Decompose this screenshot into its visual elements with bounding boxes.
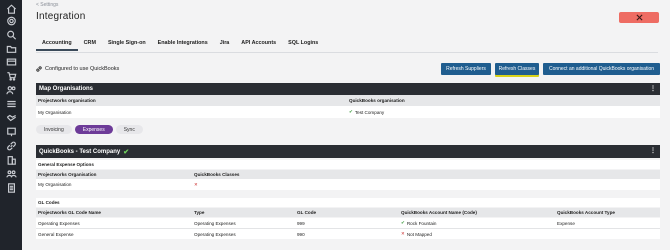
gl-code-name: Operating Expenses: [38, 220, 80, 226]
tab-enable-integrations[interactable]: Enable Integrations: [152, 38, 214, 51]
tab-sql-logins[interactable]: SQL Logins: [282, 38, 324, 51]
tab-accounting[interactable]: Accounting: [36, 38, 78, 51]
main-content: < Settings Integration Accounting CRM Si…: [22, 0, 670, 250]
company-panel-title: QuickBooks - Test Company: [39, 148, 121, 155]
refresh-classes-button[interactable]: Refresh Classes: [495, 63, 539, 75]
subtab-expenses[interactable]: Expenses: [74, 125, 113, 134]
org-name: My Organisation: [38, 182, 72, 187]
link-icon: [36, 66, 42, 72]
tab-api-accounts[interactable]: API Accounts: [235, 38, 282, 51]
qb-account-type: Expense: [557, 220, 575, 226]
map-organisations-header: Map Organisations ⋮: [36, 83, 660, 95]
chart-icon[interactable]: [5, 127, 17, 137]
column-header: Type: [194, 210, 205, 215]
tab-bar: Accounting CRM Single Sign-on Enable Int…: [36, 38, 324, 52]
gl-type: Operating Expenses: [194, 231, 236, 237]
close-icon: ✕: [401, 231, 405, 236]
org-name: My Organisation: [38, 109, 72, 115]
table-row: General Expense Operating Expenses 990 ✕…: [36, 229, 660, 239]
column-header: GL Code: [297, 210, 317, 215]
configured-text: Configured to use QuickBooks: [45, 66, 120, 72]
map-organisations-title: Map Organisations: [39, 86, 94, 92]
expense-options-header: Projectworks Organisation QuickBooks Cla…: [36, 170, 660, 179]
check-icon: ✔: [401, 220, 405, 225]
tab-single-sign-on[interactable]: Single Sign-on: [102, 38, 152, 51]
column-header: QuickBooks Classes: [194, 172, 240, 177]
qb-account[interactable]: ✔ Rock Fountain: [401, 218, 436, 228]
column-header: Projectworks GL Code Name: [38, 210, 101, 215]
card-icon[interactable]: [5, 57, 17, 67]
page-title: Integration: [36, 11, 86, 22]
breadcrumb[interactable]: < Settings: [36, 2, 58, 8]
folder-icon[interactable]: [5, 44, 17, 54]
close-button[interactable]: [619, 12, 659, 23]
panel-menu-icon[interactable]: ⋮: [650, 85, 656, 93]
column-header: Projectworks organisation: [38, 98, 96, 103]
subtab-bar: Invoicing Expenses Sync: [36, 125, 143, 134]
table-row: My Organisation ✕: [36, 179, 660, 190]
link-icon[interactable]: [5, 141, 17, 151]
refresh-suppliers-button[interactable]: Refresh Suppliers: [441, 63, 491, 75]
table-row: Operating Expenses Operating Expenses 99…: [36, 218, 660, 228]
close-icon: [635, 14, 643, 21]
search-icon[interactable]: [5, 30, 17, 40]
check-icon: ✔: [123, 148, 130, 156]
column-header: QuickBooks Account Name (Code): [401, 210, 477, 215]
sidebar: [0, 0, 22, 250]
column-header: QuickBooks Account Type: [557, 210, 615, 215]
map-orgs-table-header: Projectworks organisation QuickBooks org…: [36, 95, 660, 106]
gl-code: 999: [297, 220, 305, 226]
handshake-icon[interactable]: [5, 113, 17, 123]
company-panel-header: QuickBooks - Test Company ✔ ⋮: [36, 145, 660, 158]
building-icon[interactable]: [5, 155, 17, 165]
gl-codes-title: GL Codes: [38, 200, 60, 205]
team-icon[interactable]: [5, 169, 17, 179]
connect-quickbooks-button[interactable]: Connect an additional QuickBooks organis…: [543, 63, 660, 75]
unmapped-x-icon[interactable]: ✕: [194, 179, 198, 190]
configured-status: Configured to use QuickBooks: [36, 66, 119, 72]
section-title: General Expense Options: [36, 160, 660, 169]
gear-icon[interactable]: [5, 16, 17, 26]
expense-options-title: General Expense Options: [38, 162, 94, 167]
qb-account[interactable]: ✕ Not Mapped: [401, 229, 432, 239]
gl-code: 990: [297, 231, 305, 237]
tab-jira[interactable]: Jira: [214, 38, 236, 51]
tab-divider: [36, 52, 658, 53]
document-icon[interactable]: [5, 183, 17, 193]
list-icon[interactable]: [5, 99, 17, 109]
gl-code-name: General Expense: [38, 231, 74, 237]
qb-org: ✔ Test Company: [349, 109, 385, 115]
column-header: QuickBooks organisation: [349, 98, 405, 103]
panel-menu-icon[interactable]: ⋮: [650, 147, 656, 155]
check-icon: ✔: [349, 109, 353, 114]
subtab-invoicing[interactable]: Invoicing: [36, 125, 72, 134]
table-row: My Organisation ✔ Test Company: [36, 106, 660, 118]
tab-crm[interactable]: CRM: [78, 38, 102, 51]
gl-codes-header: Projectworks GL Code Name Type GL Code Q…: [36, 208, 660, 217]
gl-type: Operating Expenses: [194, 220, 236, 226]
users-icon[interactable]: [5, 85, 17, 95]
column-header: Projectworks Organisation: [38, 172, 97, 177]
subtab-sync[interactable]: Sync: [115, 125, 143, 134]
home-icon[interactable]: [5, 4, 17, 14]
section-title: GL Codes: [36, 198, 660, 207]
cart-icon[interactable]: [5, 71, 17, 81]
